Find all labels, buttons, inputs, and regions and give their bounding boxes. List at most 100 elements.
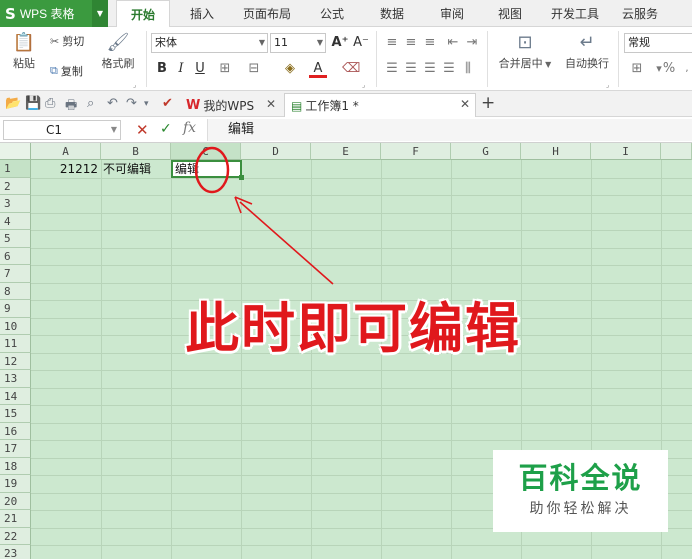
print-icon[interactable]: 🖶 bbox=[65, 96, 77, 118]
tab-page-layout[interactable]: 页面布局 bbox=[236, 0, 298, 27]
increase-font-icon[interactable]: A⁺ bbox=[331, 34, 349, 52]
tab-insert[interactable]: 插入 bbox=[180, 0, 224, 27]
select-all-corner[interactable] bbox=[0, 143, 31, 160]
customize-dropdown-icon[interactable]: ▾ bbox=[144, 99, 149, 109]
export-icon[interactable]: ⎙ bbox=[45, 96, 55, 111]
decrease-indent-icon[interactable]: ⇤ bbox=[444, 34, 462, 52]
font-size-select[interactable]: 11 ▼ bbox=[270, 33, 326, 53]
insert-function-button[interactable]: fx bbox=[183, 120, 196, 136]
close-tab-icon[interactable]: ✕ bbox=[460, 97, 470, 111]
dialog-launcher-icon[interactable]: ⌟ bbox=[133, 81, 136, 89]
thousands-separator-icon[interactable]: , bbox=[678, 60, 692, 78]
borders-icon[interactable]: ⊞ bbox=[216, 60, 234, 78]
justify-icon[interactable]: ☰ bbox=[440, 60, 458, 78]
row-header-22[interactable]: 22 bbox=[0, 527, 31, 545]
dialog-launcher-icon[interactable]: ⌟ bbox=[606, 81, 609, 89]
cell-style-icon[interactable]: ⊟ bbox=[245, 60, 263, 78]
wrap-text-button[interactable]: ↵ 自动换行 bbox=[562, 31, 612, 71]
cancel-icon[interactable]: ✕ bbox=[136, 121, 149, 139]
row-header-6[interactable]: 6 bbox=[0, 247, 31, 265]
percent-button[interactable]: % bbox=[660, 60, 678, 78]
row-header-11[interactable]: 11 bbox=[0, 335, 31, 353]
row-header-2[interactable]: 2 bbox=[0, 177, 31, 195]
doc-tab-workbook1[interactable]: ▤ 工作簿1 * bbox=[284, 93, 476, 117]
row-header-9[interactable]: 9 bbox=[0, 300, 31, 318]
font-name-select[interactable]: 宋体 ▼ bbox=[151, 33, 268, 53]
row-header-20[interactable]: 20 bbox=[0, 492, 31, 510]
undo-icon[interactable]: ↶ bbox=[107, 96, 118, 111]
cell-a1[interactable]: 21212 bbox=[31, 160, 101, 178]
format-painter-button[interactable]: 🖌 格式刷 bbox=[98, 31, 138, 71]
row-header-15[interactable]: 15 bbox=[0, 405, 31, 423]
row-header-16[interactable]: 16 bbox=[0, 422, 31, 440]
row-header-3[interactable]: 3 bbox=[0, 195, 31, 213]
column-header-g[interactable]: G bbox=[451, 143, 521, 160]
tab-view[interactable]: 视图 bbox=[488, 0, 532, 27]
tab-cloud[interactable]: 云服务 bbox=[614, 0, 666, 27]
row-header-19[interactable]: 19 bbox=[0, 475, 31, 493]
formula-input[interactable]: 编辑 bbox=[207, 119, 692, 141]
distributed-icon[interactable]: ⫼ bbox=[459, 60, 477, 78]
align-left-icon[interactable]: ☰ bbox=[383, 60, 401, 78]
row-header-5[interactable]: 5 bbox=[0, 230, 31, 248]
align-top-icon[interactable]: ≡ bbox=[383, 34, 401, 52]
align-center-icon[interactable]: ☰ bbox=[402, 60, 420, 78]
font-color-icon[interactable]: A bbox=[309, 60, 327, 78]
increase-indent-icon[interactable]: ⇥ bbox=[463, 34, 481, 52]
name-box[interactable]: C1 ▼ bbox=[3, 120, 121, 140]
align-right-icon[interactable]: ☰ bbox=[421, 60, 439, 78]
currency-icon[interactable]: ⊞ bbox=[628, 60, 646, 78]
align-bottom-icon[interactable]: ≡ bbox=[421, 34, 439, 52]
app-menu-button[interactable]: S WPS 表格 ▼ bbox=[0, 0, 108, 27]
column-header-b[interactable]: B bbox=[101, 143, 171, 160]
redo-icon[interactable]: ↷ bbox=[126, 96, 137, 111]
close-tab-icon[interactable]: ✕ bbox=[266, 97, 276, 111]
paste-button[interactable]: 📋 粘贴 bbox=[6, 31, 42, 71]
row-header-21[interactable]: 21 bbox=[0, 510, 31, 528]
row-header-23[interactable]: 23 bbox=[0, 545, 31, 559]
bold-button[interactable]: B bbox=[153, 60, 171, 78]
cell-b1[interactable]: 不可编辑 bbox=[103, 160, 173, 178]
row-header-7[interactable]: 7 bbox=[0, 265, 31, 283]
pin-icon[interactable]: ✔ bbox=[162, 96, 173, 111]
tab-formula[interactable]: 公式 bbox=[310, 0, 354, 27]
row-header-10[interactable]: 10 bbox=[0, 317, 31, 335]
column-header-e[interactable]: E bbox=[311, 143, 381, 160]
column-header-c[interactable]: C bbox=[171, 143, 241, 160]
cut-button[interactable]: ✂ 剪切 bbox=[50, 33, 84, 49]
chevron-down-icon[interactable]: ▼ bbox=[92, 0, 108, 27]
decrease-font-icon[interactable]: A⁻ bbox=[352, 34, 370, 52]
merge-center-button[interactable]: ⊡ 合并居中 ▼ bbox=[494, 31, 556, 71]
copy-button[interactable]: ⧉ 复制 bbox=[50, 63, 83, 79]
column-header-j[interactable] bbox=[661, 143, 692, 160]
tab-developer[interactable]: 开发工具 bbox=[544, 0, 606, 27]
column-header-i[interactable]: I bbox=[591, 143, 661, 160]
save-icon[interactable]: 💾 bbox=[25, 96, 41, 111]
row-header-18[interactable]: 18 bbox=[0, 457, 31, 475]
new-tab-icon[interactable]: + bbox=[481, 93, 495, 113]
align-middle-icon[interactable]: ≡ bbox=[402, 34, 420, 52]
column-header-a[interactable]: A bbox=[31, 143, 101, 160]
underline-button[interactable]: U bbox=[191, 60, 209, 78]
row-header-1[interactable]: 1 bbox=[0, 160, 31, 178]
column-header-f[interactable]: F bbox=[381, 143, 451, 160]
italic-button[interactable]: I bbox=[172, 60, 190, 78]
row-header-8[interactable]: 8 bbox=[0, 282, 31, 300]
fill-color-icon[interactable]: ◈ bbox=[281, 60, 299, 78]
row-header-4[interactable]: 4 bbox=[0, 212, 31, 230]
print-preview-icon[interactable]: ⌕ bbox=[87, 96, 94, 111]
tab-review[interactable]: 审阅 bbox=[430, 0, 474, 27]
tab-data[interactable]: 数据 bbox=[370, 0, 414, 27]
column-header-d[interactable]: D bbox=[241, 143, 311, 160]
dialog-launcher-icon[interactable]: ⌟ bbox=[362, 81, 365, 89]
row-header-17[interactable]: 17 bbox=[0, 440, 31, 458]
column-header-h[interactable]: H bbox=[521, 143, 591, 160]
open-folder-icon[interactable]: 📂 bbox=[5, 96, 21, 111]
confirm-icon[interactable]: ✓ bbox=[160, 121, 172, 137]
number-format-select[interactable]: 常规 bbox=[624, 33, 692, 53]
tab-home[interactable]: 开始 bbox=[116, 0, 170, 28]
row-header-14[interactable]: 14 bbox=[0, 387, 31, 405]
clear-format-icon[interactable]: ⌫ bbox=[342, 60, 360, 78]
cell-c1-editing[interactable]: 编辑 bbox=[171, 160, 244, 180]
row-header-12[interactable]: 12 bbox=[0, 352, 31, 370]
